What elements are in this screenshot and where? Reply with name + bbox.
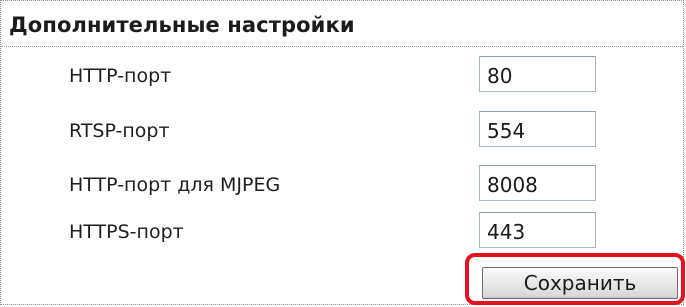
mjpeg-http-port-label: HTTP-порт для MJPEG: [69, 174, 281, 196]
rtsp-port-row: RTSP-порт: [1, 111, 683, 151]
section-title: Дополнительные настройки: [9, 13, 355, 37]
https-port-row: HTTPS-порт: [1, 212, 683, 252]
http-port-input[interactable]: [479, 56, 596, 92]
https-port-label: HTTPS-порт: [69, 221, 184, 243]
rtsp-port-label: RTSP-порт: [69, 120, 170, 142]
title-divider: [1, 46, 683, 47]
https-port-input[interactable]: [479, 212, 596, 248]
advanced-settings-panel: Дополнительные настройки HTTP-порт RTSP-…: [0, 0, 685, 305]
rtsp-port-input[interactable]: [479, 111, 596, 147]
mjpeg-http-port-input[interactable]: [479, 165, 596, 201]
save-button[interactable]: Сохранить: [482, 267, 678, 299]
http-port-row: HTTP-порт: [1, 56, 683, 96]
mjpeg-http-port-row: HTTP-порт для MJPEG: [1, 165, 683, 205]
http-port-label: HTTP-порт: [69, 65, 172, 87]
save-highlight-frame: Сохранить: [465, 253, 685, 305]
